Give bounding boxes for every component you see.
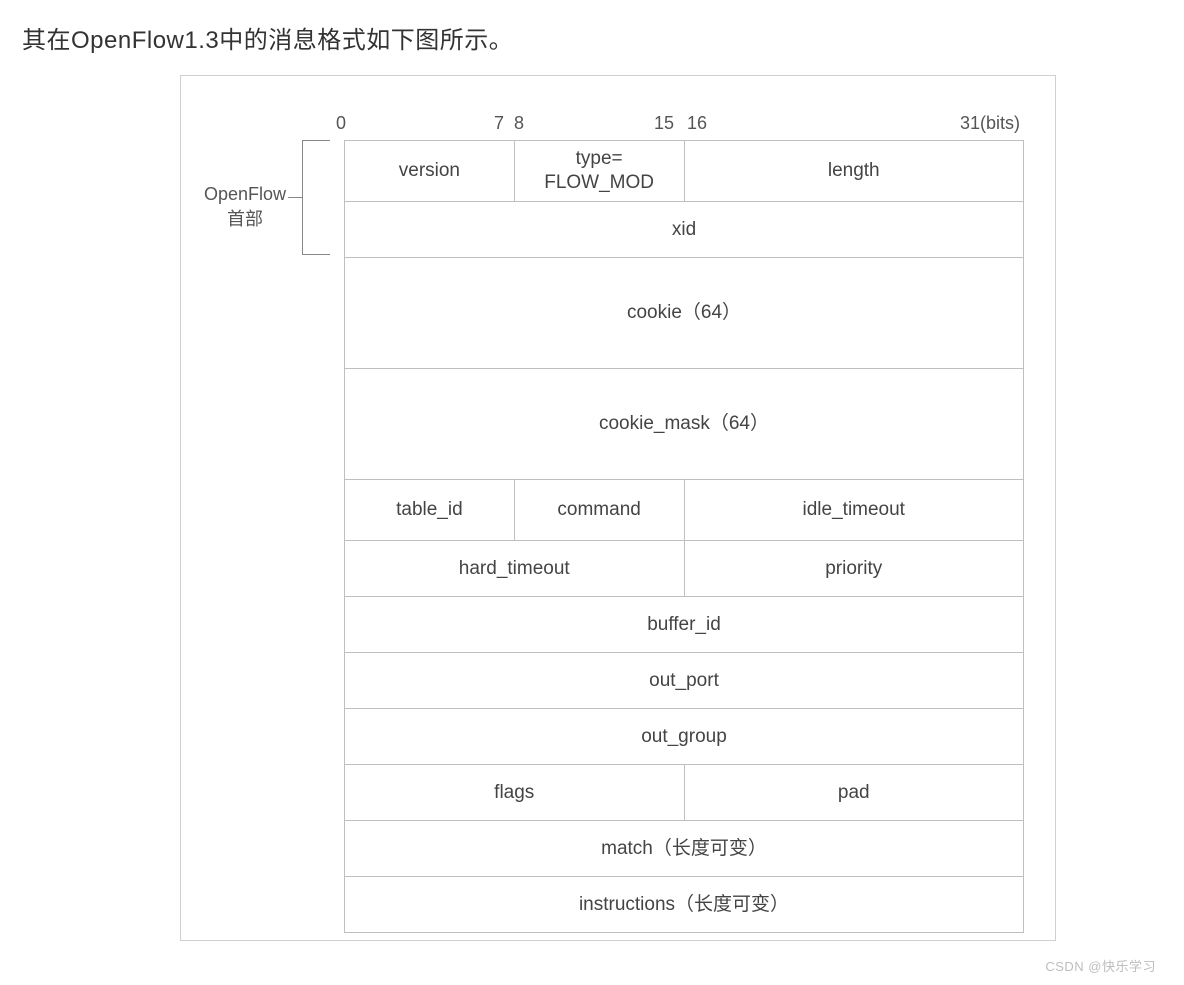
row-cookie: cookie（64） — [344, 257, 1024, 368]
field-match: match（长度可变） — [345, 821, 1024, 876]
row-instructions: instructions（长度可变） — [344, 876, 1024, 933]
row-out-port: out_port — [344, 652, 1024, 708]
field-flags: flags — [345, 765, 685, 820]
field-out-group: out_group — [345, 709, 1024, 764]
tick-0: 0 — [336, 113, 346, 134]
header-label-line2: 首部 — [227, 209, 263, 229]
field-command: command — [515, 480, 685, 540]
row-out-group: out_group — [344, 708, 1024, 764]
field-cookie-mask: cookie_mask（64） — [345, 369, 1024, 479]
row-flags-pad: flags pad — [344, 764, 1024, 820]
row-cookie-mask: cookie_mask（64） — [344, 368, 1024, 479]
field-version: version — [345, 141, 515, 201]
bracket-stub-top — [316, 140, 330, 141]
field-table-id: table_id — [345, 480, 515, 540]
field-xid: xid — [345, 202, 1024, 257]
field-cookie: cookie（64） — [345, 258, 1024, 368]
row-xid: xid — [344, 201, 1024, 257]
row-buffer-id: buffer_id — [344, 596, 1024, 652]
caption-text: 其在OpenFlow1.3中的消息格式如下图所示。 — [22, 20, 513, 55]
tick-16: 16 — [687, 113, 707, 134]
tick-7: 7 — [494, 113, 504, 134]
header-label-connector — [288, 197, 302, 198]
watermark-text: CSDN @快乐学习 — [1045, 956, 1156, 975]
field-pad: pad — [685, 765, 1025, 820]
field-length: length — [685, 141, 1025, 201]
tick-8: 8 — [514, 113, 524, 134]
field-hard-timeout: hard_timeout — [345, 541, 685, 596]
message-format-grid: version type= FLOW_MOD length xid cookie… — [344, 140, 1024, 933]
tick-15: 15 — [654, 113, 674, 134]
bit-ruler: 0 7 8 15 16 31(bits) — [344, 113, 1024, 135]
openflow-header-label: OpenFlow 首部 — [200, 182, 290, 232]
field-buffer-id: buffer_id — [345, 597, 1024, 652]
header-label-line1: OpenFlow — [204, 184, 286, 204]
field-priority: priority — [685, 541, 1025, 596]
tick-31: 31(bits) — [960, 113, 1020, 134]
field-instructions: instructions（长度可变） — [345, 877, 1024, 932]
row-header-1: version type= FLOW_MOD length — [344, 140, 1024, 201]
field-type: type= FLOW_MOD — [515, 141, 685, 201]
row-tableid-cmd-idle: table_id command idle_timeout — [344, 479, 1024, 540]
header-bracket — [302, 140, 318, 255]
row-match: match（长度可变） — [344, 820, 1024, 876]
row-hard-priority: hard_timeout priority — [344, 540, 1024, 596]
field-out-port: out_port — [345, 653, 1024, 708]
bracket-stub-bot — [316, 254, 330, 255]
field-idle-timeout: idle_timeout — [685, 480, 1025, 540]
